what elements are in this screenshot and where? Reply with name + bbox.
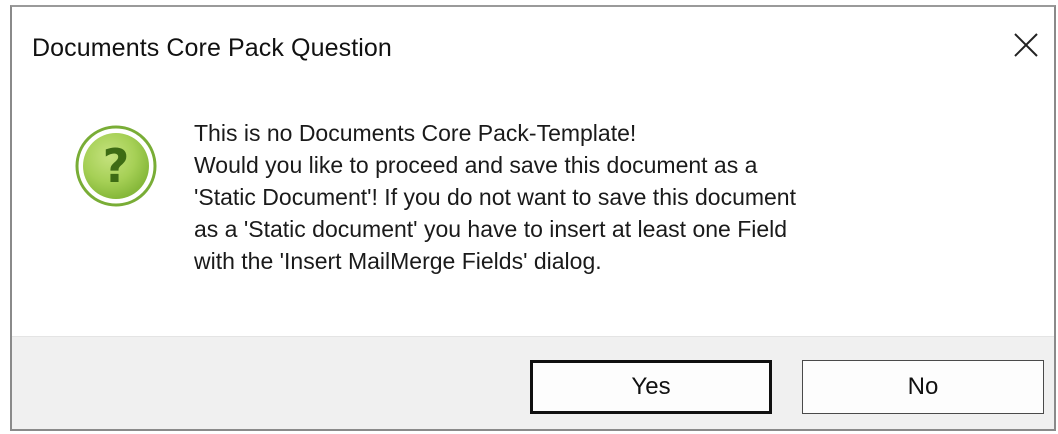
- close-icon: [1014, 33, 1038, 57]
- dialog-title: Documents Core Pack Question: [32, 34, 392, 62]
- message-line: 'Static Document'! If you do not want to…: [194, 184, 796, 210]
- message-text: This is no Documents Core Pack-Template!…: [194, 117, 1024, 277]
- button-bar: Yes No: [12, 336, 1054, 429]
- no-button[interactable]: No: [802, 360, 1044, 414]
- close-button[interactable]: [998, 23, 1054, 67]
- svg-text:?: ?: [103, 139, 130, 193]
- title-bar: Documents Core Pack Question: [12, 7, 1054, 87]
- dialog-content: ? This is no Documents Core Pack-Templat…: [12, 87, 1054, 337]
- dialog-window: Documents Core Pack Question ? This is n…: [10, 5, 1056, 431]
- question-icon: ?: [74, 124, 158, 208]
- yes-button[interactable]: Yes: [530, 360, 772, 414]
- message-line: Would you like to proceed and save this …: [194, 152, 758, 178]
- message-line: This is no Documents Core Pack-Template!: [194, 120, 637, 146]
- message-line: with the 'Insert MailMerge Fields' dialo…: [194, 248, 602, 274]
- message-line: as a 'Static document' you have to inser…: [194, 216, 788, 242]
